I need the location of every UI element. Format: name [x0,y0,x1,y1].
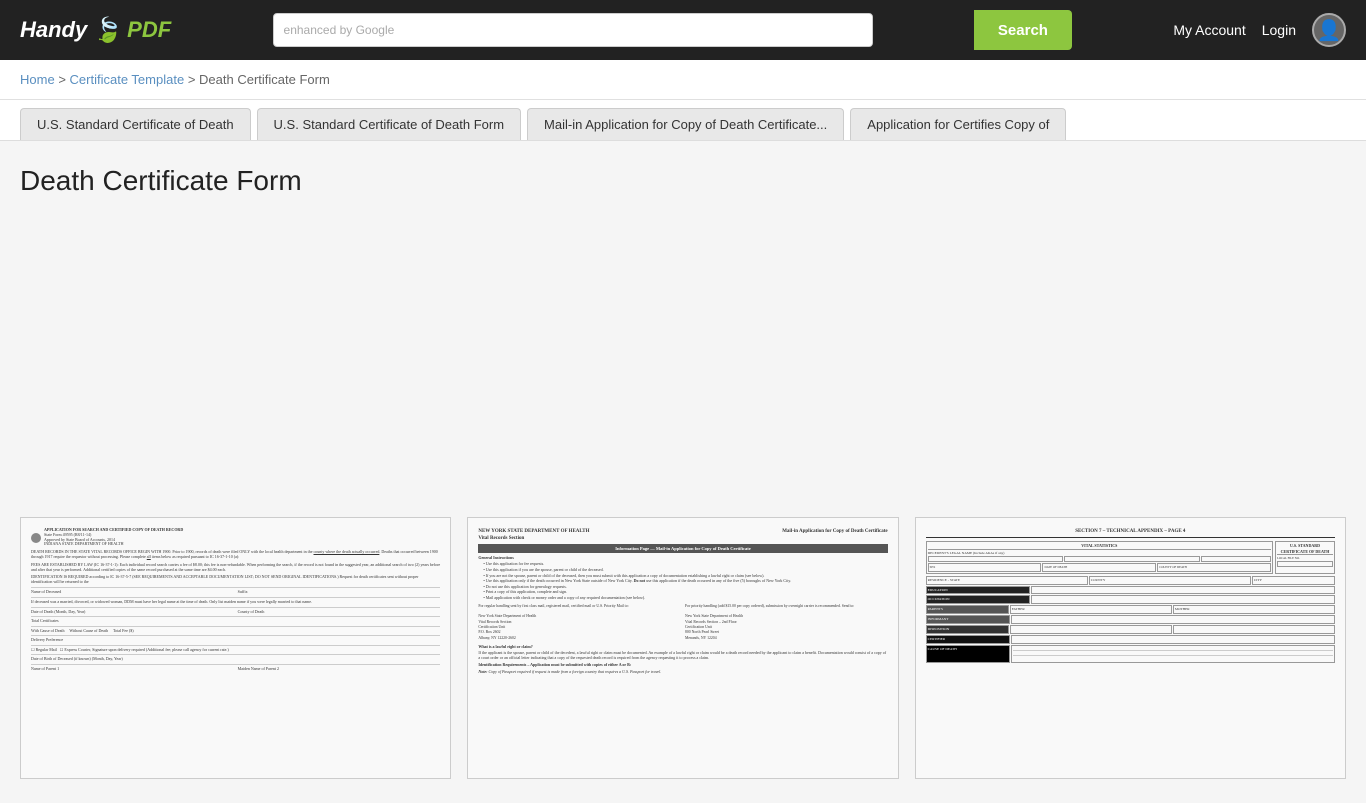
breadcrumb-sep2: > [188,72,199,87]
doc-sim-ny: NEW YORK STATE DEPARTMENT OF HEALTHVital… [478,528,887,674]
doc-preview-ny[interactable]: NEW YORK STATE DEPARTMENT OF HEALTHVital… [467,517,898,779]
logo-pdf-text: PDF [127,17,171,43]
doc-preview-technical[interactable]: SECTION 7 – TECHNICAL APPENDIX – PAGE 4 … [915,517,1346,779]
content-placeholder [20,217,1346,497]
breadcrumb-sep1: > [58,72,69,87]
main-content: Death Certificate Form APPLICATION FOR S… [0,141,1366,803]
doc-sim-indiana: APPLICATION FOR SEARCH AND CERTIFIED COP… [31,528,440,672]
tabs-bar: U.S. Standard Certificate of Death U.S. … [0,100,1366,141]
search-input[interactable] [404,14,871,46]
search-enhanced-label: enhanced by Google [274,23,405,37]
logo-leaf-icon: 🍃 [93,16,123,45]
doc-sim-technical: SECTION 7 – TECHNICAL APPENDIX – PAGE 4 … [926,528,1335,664]
site-logo[interactable]: Handy 🍃 PDF [20,16,171,45]
user-avatar[interactable]: 👤 [1312,13,1346,47]
doc-preview-row: APPLICATION FOR SEARCH AND CERTIFIED COP… [20,517,1346,779]
tab-mail-in-app[interactable]: Mail-in Application for Copy of Death Ce… [527,108,844,140]
tab-app-certified[interactable]: Application for Certifies Copy of [850,108,1066,140]
header-nav: My Account Login 👤 [1173,13,1346,47]
site-header: Handy 🍃 PDF enhanced by Google Search My… [0,0,1366,60]
page-title: Death Certificate Form [20,165,1346,197]
search-bar: enhanced by Google [273,13,873,47]
my-account-link[interactable]: My Account [1173,22,1245,38]
tab-us-standard-cert[interactable]: U.S. Standard Certificate of Death [20,108,251,140]
login-link[interactable]: Login [1262,22,1296,38]
breadcrumb-current: Death Certificate Form [199,72,330,87]
breadcrumb: Home > Certificate Template > Death Cert… [0,60,1366,100]
breadcrumb-home[interactable]: Home [20,72,55,87]
doc-preview-indiana[interactable]: APPLICATION FOR SEARCH AND CERTIFIED COP… [20,517,451,779]
search-button[interactable]: Search [974,10,1072,50]
breadcrumb-cert-template[interactable]: Certificate Template [70,72,185,87]
tab-us-standard-form[interactable]: U.S. Standard Certificate of Death Form [257,108,521,140]
logo-handy-text: Handy [20,17,87,43]
